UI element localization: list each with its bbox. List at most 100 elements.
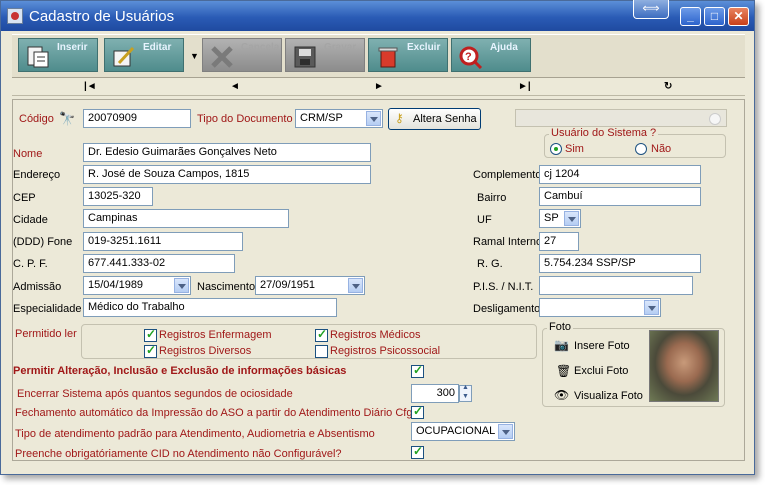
chevron-down-icon[interactable]	[498, 424, 513, 439]
window-title: Cadastro de Usuários	[29, 8, 175, 25]
visualiza-foto-button[interactable]: Visualiza Foto	[574, 390, 643, 402]
sim-label: Sim	[565, 143, 584, 155]
sim-radio[interactable]	[550, 143, 562, 155]
app-icon[interactable]	[7, 8, 23, 24]
resize-arrows-icon[interactable]: ⟺	[633, 0, 669, 19]
cep-field[interactable]: 13025-320	[83, 187, 153, 206]
edit-dropdown-icon[interactable]: ▼	[190, 51, 199, 61]
spinner-icon[interactable]: ▲ ▼	[459, 384, 472, 402]
view-icon[interactable]: 👁	[554, 388, 569, 402]
nome-field[interactable]: Dr. Edesio Guimarães Gonçalves Neto	[83, 143, 371, 162]
delete-label: Excluir	[407, 42, 441, 53]
calendar-dropdown-icon[interactable]	[348, 278, 363, 293]
enfermagem-checkbox[interactable]	[144, 327, 157, 342]
permitido-ler-label: Permitido ler	[15, 328, 77, 340]
cancel-icon	[211, 46, 233, 68]
next-record-button[interactable]: ►	[374, 81, 384, 92]
calendar-dropdown-icon[interactable]	[644, 300, 659, 315]
first-record-button[interactable]: |◄	[84, 81, 97, 92]
fechamento-aso-checkbox[interactable]	[411, 404, 424, 419]
nome-label: Nome	[13, 148, 43, 160]
endereco-field[interactable]: R. José de Souza Campos, 1815	[83, 165, 371, 184]
status-dot-icon	[709, 113, 721, 125]
trash-icon	[378, 47, 398, 68]
key-icon: ⚷	[395, 111, 404, 125]
help-button[interactable]: ? Ajuda	[451, 38, 531, 72]
save-button[interactable]: Gravar	[285, 38, 365, 72]
binoculars-icon[interactable]: 🔭	[59, 111, 75, 127]
altera-senha-label: Altera Senha	[413, 113, 477, 125]
cpf-field[interactable]: 677.441.333-02	[83, 254, 235, 273]
cid-obrigatorio-label: Preenche obrigatóriamente CID no Atendim…	[15, 448, 342, 460]
psicossocial-label: Registros Psicossocial	[330, 345, 441, 357]
camera-icon[interactable]: 📷	[554, 338, 569, 352]
especialidade-field[interactable]: Médico do Trabalho	[83, 298, 337, 317]
edit-button[interactable]: Editar	[104, 38, 184, 72]
nao-radio[interactable]	[635, 143, 647, 155]
pis-field[interactable]	[539, 276, 693, 295]
main-window: Cadastro de Usuários _ □ ✕ ⟺ Inserir Edi…	[0, 0, 755, 475]
uf-value: SP	[544, 212, 559, 224]
tipo-documento-label: Tipo do Documento	[197, 113, 293, 125]
medicos-checkbox[interactable]	[315, 327, 328, 342]
insere-foto-button[interactable]: Insere Foto	[574, 340, 630, 352]
exclui-foto-button[interactable]: Exclui Foto	[574, 365, 628, 377]
chevron-down-icon[interactable]	[564, 211, 579, 226]
nascimento-picker[interactable]: 27/09/1951	[255, 276, 365, 295]
pis-label: P.I.S. / N.I.T.	[473, 281, 534, 293]
codigo-label: Código	[19, 113, 54, 125]
psicossocial-checkbox[interactable]	[315, 345, 328, 358]
user-photo	[649, 330, 719, 402]
help-label: Ajuda	[490, 42, 518, 53]
record-navigator: |◄ ◄ ► ►| ↻	[12, 81, 745, 96]
admissao-value: 15/04/1989	[88, 279, 144, 291]
rg-field[interactable]: 5.754.234 SSP/SP	[539, 254, 701, 273]
cancel-button[interactable]: Cancela	[202, 38, 282, 72]
trash-icon[interactable]: 🗑	[556, 364, 571, 378]
prev-record-button[interactable]: ◄	[230, 81, 240, 92]
medicos-label: Registros Médicos	[330, 329, 421, 341]
delete-button[interactable]: Excluir	[368, 38, 448, 72]
fechamento-aso-label: Fechamento automático da Impressão do AS…	[15, 407, 419, 419]
calendar-dropdown-icon[interactable]	[174, 278, 189, 293]
uf-select[interactable]: SP	[539, 209, 581, 228]
insert-icon	[27, 46, 49, 68]
insert-label: Inserir	[57, 42, 88, 53]
especialidade-label: Especialidade	[13, 303, 82, 315]
refresh-button[interactable]: ↻	[664, 81, 672, 92]
insert-button[interactable]: Inserir	[18, 38, 98, 72]
minimize-button[interactable]: _	[680, 7, 701, 26]
codigo-field[interactable]: 20070909	[83, 109, 191, 128]
last-record-button[interactable]: ►|	[518, 81, 531, 92]
cid-obrigatorio-checkbox[interactable]	[411, 444, 424, 459]
ramal-field[interactable]: 27	[539, 232, 579, 251]
chevron-down-icon[interactable]	[366, 111, 381, 126]
tipo-atendimento-value: OCUPACIONAL	[416, 425, 496, 437]
maximize-button[interactable]: □	[704, 7, 725, 26]
tipo-documento-select[interactable]: CRM/SP	[295, 109, 383, 128]
close-button[interactable]: ✕	[728, 7, 749, 26]
diversos-label: Registros Diversos	[159, 345, 252, 357]
cancel-label: Cancela	[241, 42, 280, 53]
desligamento-picker[interactable]	[539, 298, 661, 317]
enfermagem-label: Registros Enfermagem	[159, 329, 272, 341]
encerrar-sistema-field[interactable]: 300	[411, 384, 459, 403]
bairro-label: Bairro	[477, 192, 507, 204]
admissao-picker[interactable]: 15/04/1989	[83, 276, 191, 295]
complemento-field[interactable]: cj 1204	[539, 165, 701, 184]
tipo-atendimento-select[interactable]: OCUPACIONAL	[411, 422, 515, 441]
rg-label: R. G.	[477, 258, 503, 270]
nascimento-value: 27/09/1951	[260, 279, 316, 291]
diversos-checkbox[interactable]	[144, 343, 157, 358]
permitir-alteracao-label: Permitir Alteração, Inclusão e Exclusão …	[13, 365, 347, 377]
bairro-field[interactable]: Cambuí	[539, 187, 701, 206]
save-label: Gravar	[324, 42, 357, 53]
cidade-label: Cidade	[13, 214, 48, 226]
tipo-atendimento-label: Tipo de atendimento padrão para Atendime…	[15, 428, 375, 440]
altera-senha-button[interactable]: ⚷ Altera Senha	[388, 108, 481, 130]
foto-label: Foto	[547, 321, 574, 333]
cidade-field[interactable]: Campinas	[83, 209, 289, 228]
fone-field[interactable]: 019-3251.1611	[83, 232, 243, 251]
toolbar: Inserir Editar ▼ Cancela Gravar Excluir …	[12, 34, 745, 78]
permitir-alteracao-checkbox[interactable]	[411, 363, 424, 378]
